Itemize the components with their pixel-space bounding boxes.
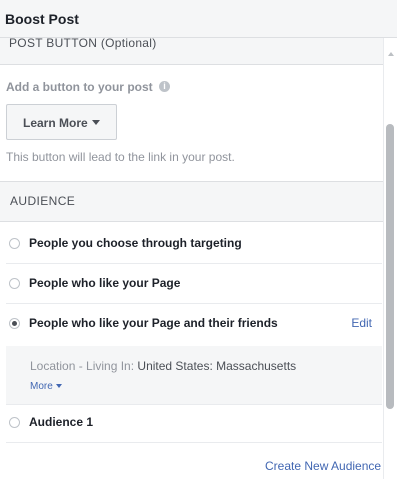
audience-option-label: Audience 1 [29, 415, 94, 429]
radio-button[interactable] [9, 417, 20, 428]
audience-option-page-likes[interactable]: People who like your Page [6, 264, 382, 304]
dialog-title: Boost Post [5, 11, 79, 27]
more-details-link[interactable]: More [30, 381, 62, 392]
radio-button[interactable] [9, 238, 20, 249]
post-button-section-header: POST BUTTON (Optional) [0, 38, 383, 65]
audience-details: Location - Living In: United States: Mas… [6, 346, 382, 405]
post-button-section-title: POST BUTTON (Optional) [9, 38, 157, 50]
chevron-down-icon [92, 120, 100, 125]
audience-section-title: AUDIENCE [10, 194, 76, 208]
audience-section-header: AUDIENCE [0, 181, 383, 222]
more-label: More [30, 381, 53, 392]
button-type-value: Learn More [23, 116, 88, 130]
audience-option-label: People who like your Page [29, 276, 181, 290]
radio-button[interactable] [9, 278, 20, 289]
radio-button-selected[interactable] [9, 318, 20, 329]
audience-option-page-likes-friends[interactable]: People who like your Page and their frie… [6, 304, 382, 344]
caret-down-icon [55, 384, 62, 389]
dialog-content: POST BUTTON (Optional) Add a button to y… [0, 38, 383, 479]
button-type-dropdown[interactable]: Learn More [6, 104, 117, 140]
audience-option-label: People you choose through targeting [29, 236, 242, 250]
add-button-label: Add a button to your post [6, 80, 153, 94]
scroll-up-arrow-icon[interactable] [388, 52, 394, 56]
dialog-header: Boost Post [0, 0, 397, 38]
scrollbar-thumb[interactable] [386, 124, 394, 409]
scrollbar[interactable] [383, 38, 397, 479]
location-key: Location - Living In: [30, 359, 135, 373]
button-helper-text: This button will lead to the link in you… [6, 150, 235, 164]
create-new-audience-link[interactable]: Create New Audience [265, 459, 381, 473]
audience-option-label: People who like your Page and their frie… [29, 316, 278, 330]
edit-audience-link[interactable]: Edit [351, 316, 372, 330]
audience-option-targeting[interactable]: People you choose through targeting [6, 224, 382, 264]
location-detail: Location - Living In: United States: Mas… [30, 359, 296, 373]
audience-option-audience-1[interactable]: Audience 1 [6, 403, 382, 443]
location-value: United States: Massachusetts [137, 359, 297, 373]
info-circle-icon[interactable]: i [159, 81, 170, 92]
